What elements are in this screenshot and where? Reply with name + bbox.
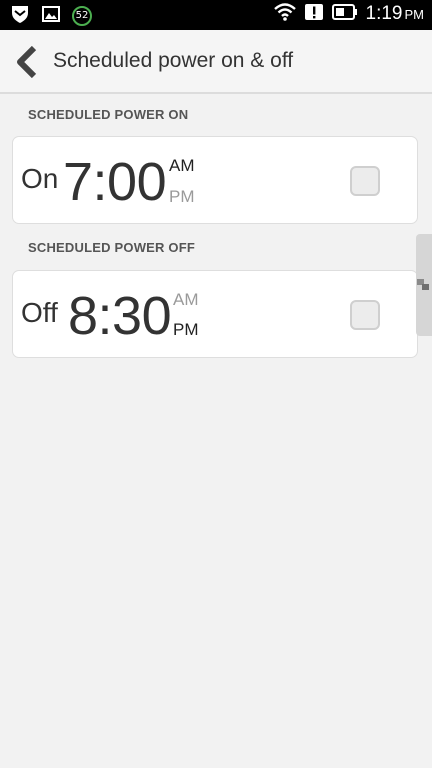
- section-header-power-off: SCHEDULED POWER OFF: [28, 240, 196, 255]
- power-on-pm-label[interactable]: PM: [169, 187, 195, 207]
- status-clock: 1:19 PM: [365, 3, 424, 24]
- status-left-icons: 52: [10, 4, 92, 28]
- grip-icon: [416, 277, 430, 293]
- image-notification-icon: [42, 6, 60, 26]
- power-off-time[interactable]: 8:30: [68, 285, 172, 347]
- badge-52-icon: 52: [72, 6, 92, 26]
- power-on-card[interactable]: On 7:00 AM PM: [12, 136, 418, 224]
- power-off-pm-label[interactable]: PM: [173, 320, 199, 340]
- shield-icon: [10, 4, 30, 28]
- power-off-card[interactable]: Off 8:30 AM PM: [12, 270, 418, 358]
- power-off-checkbox[interactable]: [350, 300, 380, 330]
- back-chevron-icon: [14, 45, 42, 82]
- battery-icon: [331, 3, 358, 25]
- status-bar: 52 1:19 PM: [0, 0, 432, 30]
- action-bar: Scheduled power on & off: [0, 30, 432, 94]
- power-on-checkbox[interactable]: [350, 166, 380, 196]
- power-off-state-label: Off: [21, 297, 58, 328]
- alert-icon: [304, 3, 324, 25]
- power-on-time[interactable]: 7:00: [63, 151, 167, 213]
- page-title: Scheduled power on & off: [53, 49, 294, 72]
- wifi-icon: [273, 3, 296, 25]
- power-on-am-label[interactable]: AM: [169, 156, 195, 176]
- back-button[interactable]: [14, 45, 42, 79]
- power-on-state-label: On: [21, 163, 59, 194]
- section-header-power-on: SCHEDULED POWER ON: [28, 107, 189, 122]
- power-off-am-label[interactable]: AM: [173, 290, 199, 310]
- status-right-icons: 1:19 PM: [273, 3, 424, 25]
